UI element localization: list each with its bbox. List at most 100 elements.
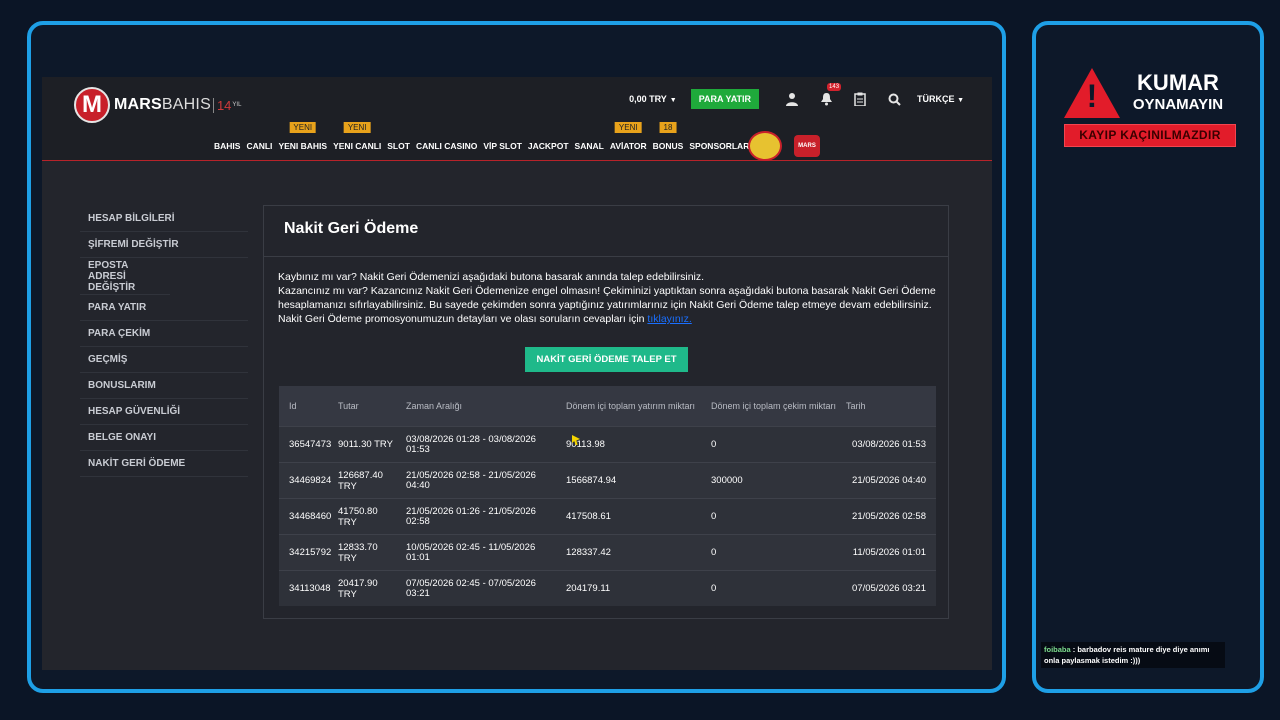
deposit-button[interactable]: PARA YATIR — [690, 89, 760, 109]
claim-cashback-button[interactable]: NAKİT GERİ ÖDEME TALEP ET — [525, 347, 688, 372]
nav-item-label: YENI BAHIS — [278, 141, 328, 151]
column-header[interactable]: Dönem içi toplam yatırım miktarı — [556, 401, 701, 411]
table-row: 36547473 9011.30 TRY 03/08/2026 01:28 - 03… — [279, 426, 936, 462]
stream-side-frame — [1032, 21, 1264, 693]
table-row: 34469824 126687.40 TRY 21/05/2026 02:58 - … — [279, 462, 936, 498]
search-icon[interactable] — [885, 90, 903, 108]
chat-username: foibaba — [1044, 645, 1071, 654]
table-cell: 21/05/2026 02:58 — [852, 510, 926, 522]
table-cell: 12833.70 TRY — [338, 541, 378, 564]
table-cell: 10/05/2026 02:45 - 11/05/2026 01:01 — [406, 541, 536, 563]
sidebar-item[interactable]: PARA ÇEKİM — [80, 321, 248, 347]
chevron-down-icon: ▼ — [669, 97, 677, 104]
column-header[interactable]: Tutar — [328, 401, 396, 411]
column-header[interactable]: Dönem içi toplam çekim miktarı — [701, 401, 846, 411]
sidebar-item[interactable]: NAKİT GERİ ÖDEME — [80, 451, 248, 477]
logo-years: 14 — [212, 97, 231, 113]
nav-item-label: BONUS — [652, 141, 684, 151]
language-selector[interactable]: TÜRKÇE ▼ — [917, 94, 964, 104]
sidebar-item[interactable]: GEÇMİŞ — [80, 347, 248, 373]
nav-item[interactable]: CANLI CASINO — [416, 141, 477, 151]
logo-mark: M — [74, 87, 110, 123]
sidebar-item[interactable]: EPOSTA ADRESİ DEĞİŞTİR — [80, 258, 170, 295]
nav-item[interactable]: SPONSORLAR — [689, 141, 749, 151]
table-cell: 90113.98 — [566, 438, 605, 450]
sidebar-item[interactable]: HESAP BİLGİLERİ — [80, 206, 248, 232]
balance-dropdown[interactable]: 0,00 TRY ▼ — [629, 94, 677, 104]
site-logo[interactable]: M MARSBAHIS 14 YIL — [74, 87, 241, 123]
nav-item-label: SANAL — [574, 141, 604, 151]
page-title: Nakit Geri Ödeme — [284, 220, 419, 237]
table-cell: 21/05/2026 02:58 - 21/05/2026 04:40 — [406, 469, 536, 491]
clipboard-icon[interactable] — [851, 90, 869, 108]
sidebar-item[interactable]: HESAP GÜVENLİĞİ — [80, 399, 248, 425]
table-row: 34113048 20417.90 TRY 07/05/2026 02:45 - 0… — [279, 570, 936, 606]
nav-item[interactable]: VİP SLOT — [483, 141, 522, 151]
chevron-down-icon: ▼ — [957, 97, 964, 104]
column-header[interactable]: Tarih — [846, 401, 936, 411]
user-icon[interactable] — [783, 90, 801, 108]
warning-subtitle: OYNAMAYIN — [1132, 96, 1224, 113]
nav-item[interactable]: SLOT — [387, 141, 410, 151]
website-viewport: M MARSBAHIS 14 YIL 0,00 TRY ▼ PARA YATIR … — [42, 77, 992, 670]
sidebar-item[interactable]: PARA YATIR — [80, 295, 248, 321]
bell-icon[interactable]: 143 — [817, 83, 842, 108]
nav-item[interactable]: CANLI — [246, 141, 272, 151]
sidebar-item[interactable]: BELGE ONAYI — [80, 425, 248, 451]
table-cell: 07/05/2026 02:45 - 07/05/2026 03:21 — [406, 577, 536, 599]
main-nav: BAHIS CANLI YENI BAHIS YENI YENI CANLI YENI SL… — [214, 122, 755, 151]
nav-item-label: SLOT — [387, 141, 410, 151]
nav-item[interactable]: BAHIS — [214, 141, 240, 151]
nav-item[interactable]: BONUS 18 — [652, 122, 684, 151]
nav-item[interactable]: YENI BAHIS YENI — [278, 122, 328, 151]
nav-item[interactable]: SANAL — [575, 141, 604, 151]
table-cell: 41750.80 TRY — [338, 505, 378, 528]
cashback-description: Kaybınız mı var? Nakit Geri Ödemenizi aş… — [278, 270, 938, 326]
nav-item[interactable]: YENI CANLI YENI — [333, 122, 382, 151]
logo-wordmark: MARSBAHIS — [114, 96, 211, 113]
cashback-table: Id Tutar Zaman Aralığı Dönem içi toplam yat… — [279, 386, 936, 606]
nav-item-label: YENI CANLI — [333, 141, 382, 151]
nav-item-label: VİP SLOT — [483, 141, 522, 151]
nav-badge: 18 — [659, 122, 677, 133]
nav-item-label: JACKPOT — [527, 141, 569, 151]
table-cell: 03/08/2026 01:28 - 03/08/2026 01:53 — [406, 433, 536, 455]
table-cell: 0 — [711, 510, 717, 522]
table-cell: 9011.30 TRY — [338, 439, 393, 450]
table-header: Id Tutar Zaman Aralığı Dönem içi toplam yat… — [279, 386, 936, 426]
cashback-panel: Nakit Geri Ödeme Kaybınız mı var? Nakit … — [263, 205, 949, 619]
tv-promo-icon[interactable]: MARS — [794, 135, 820, 157]
mascot-promo-icon[interactable] — [748, 131, 782, 161]
nav-item[interactable]: JACKPOT — [528, 141, 569, 151]
chat-message: foibaba : barbadov reis mature diye diye… — [1041, 642, 1225, 668]
header-actions: 0,00 TRY ▼ PARA YATIR 143 TÜRKÇE ▼ — [629, 83, 964, 109]
nav-item-label: CANLI CASINO — [415, 141, 478, 151]
table-cell: 1566874.94 — [566, 474, 617, 486]
sidebar-item[interactable]: ŞİFREMİ DEĞİŞTİR — [80, 232, 248, 258]
logo-yil: YIL — [232, 102, 242, 108]
table-cell: 03/08/2026 01:53 — [852, 438, 926, 450]
table-cell: 0 — [711, 582, 717, 594]
notification-count-badge: 143 — [827, 83, 842, 91]
table-cell: 21/05/2026 01:26 - 21/05/2026 02:58 — [406, 505, 536, 527]
table-cell: 0 — [711, 438, 717, 450]
nav-item[interactable]: AVİATOR YENI — [610, 122, 647, 151]
warning-banner: KAYIP KAÇINILMAZDIR — [1064, 124, 1236, 147]
sidebar-item[interactable]: BONUSLARIM — [80, 373, 248, 399]
table-cell: 21/05/2026 04:40 — [852, 474, 926, 486]
column-header[interactable]: Zaman Aralığı — [396, 401, 556, 411]
table-cell: 0 — [711, 546, 717, 558]
panel-divider — [264, 256, 948, 257]
site-header: M MARSBAHIS 14 YIL 0,00 TRY ▼ PARA YATIR … — [42, 77, 992, 161]
exclamation-icon: ! — [1086, 78, 1098, 114]
column-header[interactable]: Id — [279, 401, 328, 411]
warning-title: KUMAR — [1137, 70, 1219, 95]
nav-item-label: CANLI — [246, 141, 273, 151]
table-cell: 20417.90 TRY — [338, 577, 378, 600]
table-cell: 128337.42 — [566, 546, 611, 558]
table-cell: 417508.61 — [566, 510, 611, 522]
details-link[interactable]: tıklayınız. — [647, 313, 691, 325]
table-cell: 07/05/2026 03:21 — [852, 582, 926, 594]
table-cell: 34215792 — [289, 547, 332, 558]
nav-badge: YENI — [614, 122, 642, 133]
